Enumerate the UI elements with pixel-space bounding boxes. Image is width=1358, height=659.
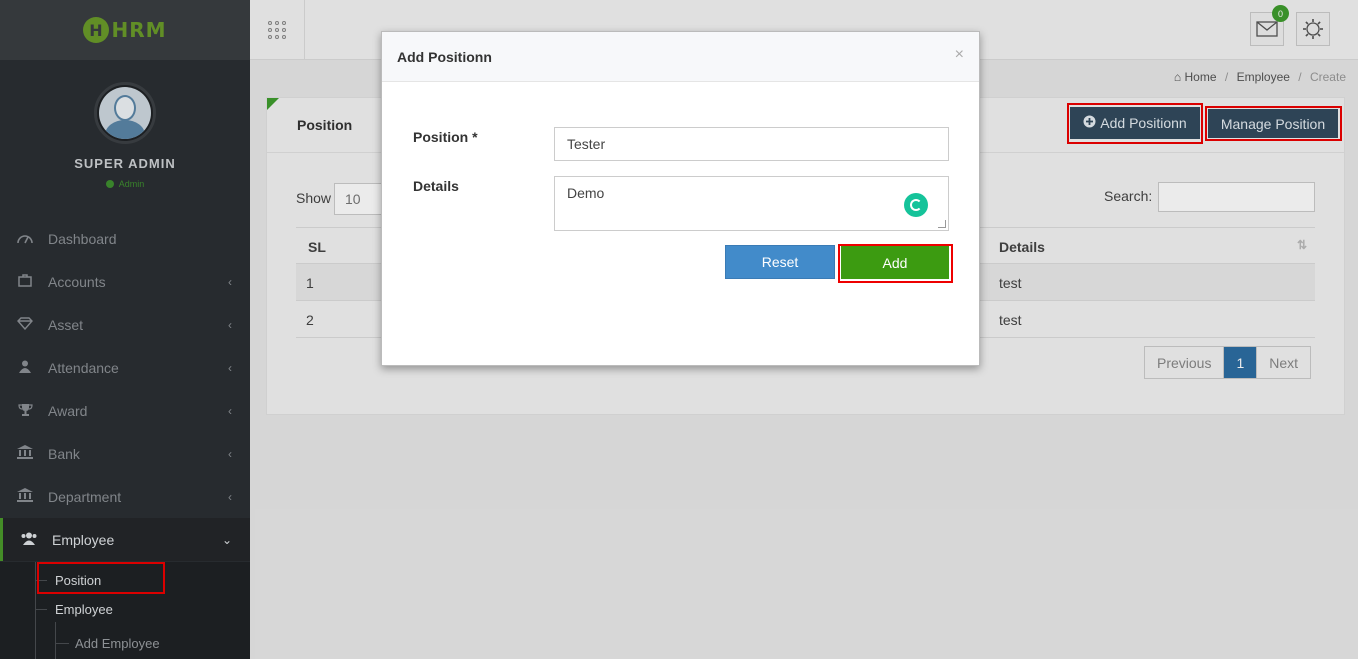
position-field[interactable]: Tester [554, 127, 949, 161]
reset-button[interactable]: Reset [725, 245, 835, 279]
highlight-add-button [838, 244, 953, 283]
close-icon[interactable]: × [955, 46, 964, 64]
details-text: Demo [567, 185, 605, 201]
grammarly-icon[interactable] [904, 193, 928, 217]
add-position-modal: Add Positionn × Position * Tester Detail… [381, 31, 980, 366]
modal-header: Add Positionn × [382, 32, 979, 82]
resize-handle[interactable] [938, 220, 946, 228]
details-textarea[interactable]: Demo [554, 176, 949, 231]
modal-title: Add Positionn [397, 49, 492, 65]
details-field-label: Details [413, 178, 459, 194]
position-field-label: Position * [413, 129, 478, 145]
